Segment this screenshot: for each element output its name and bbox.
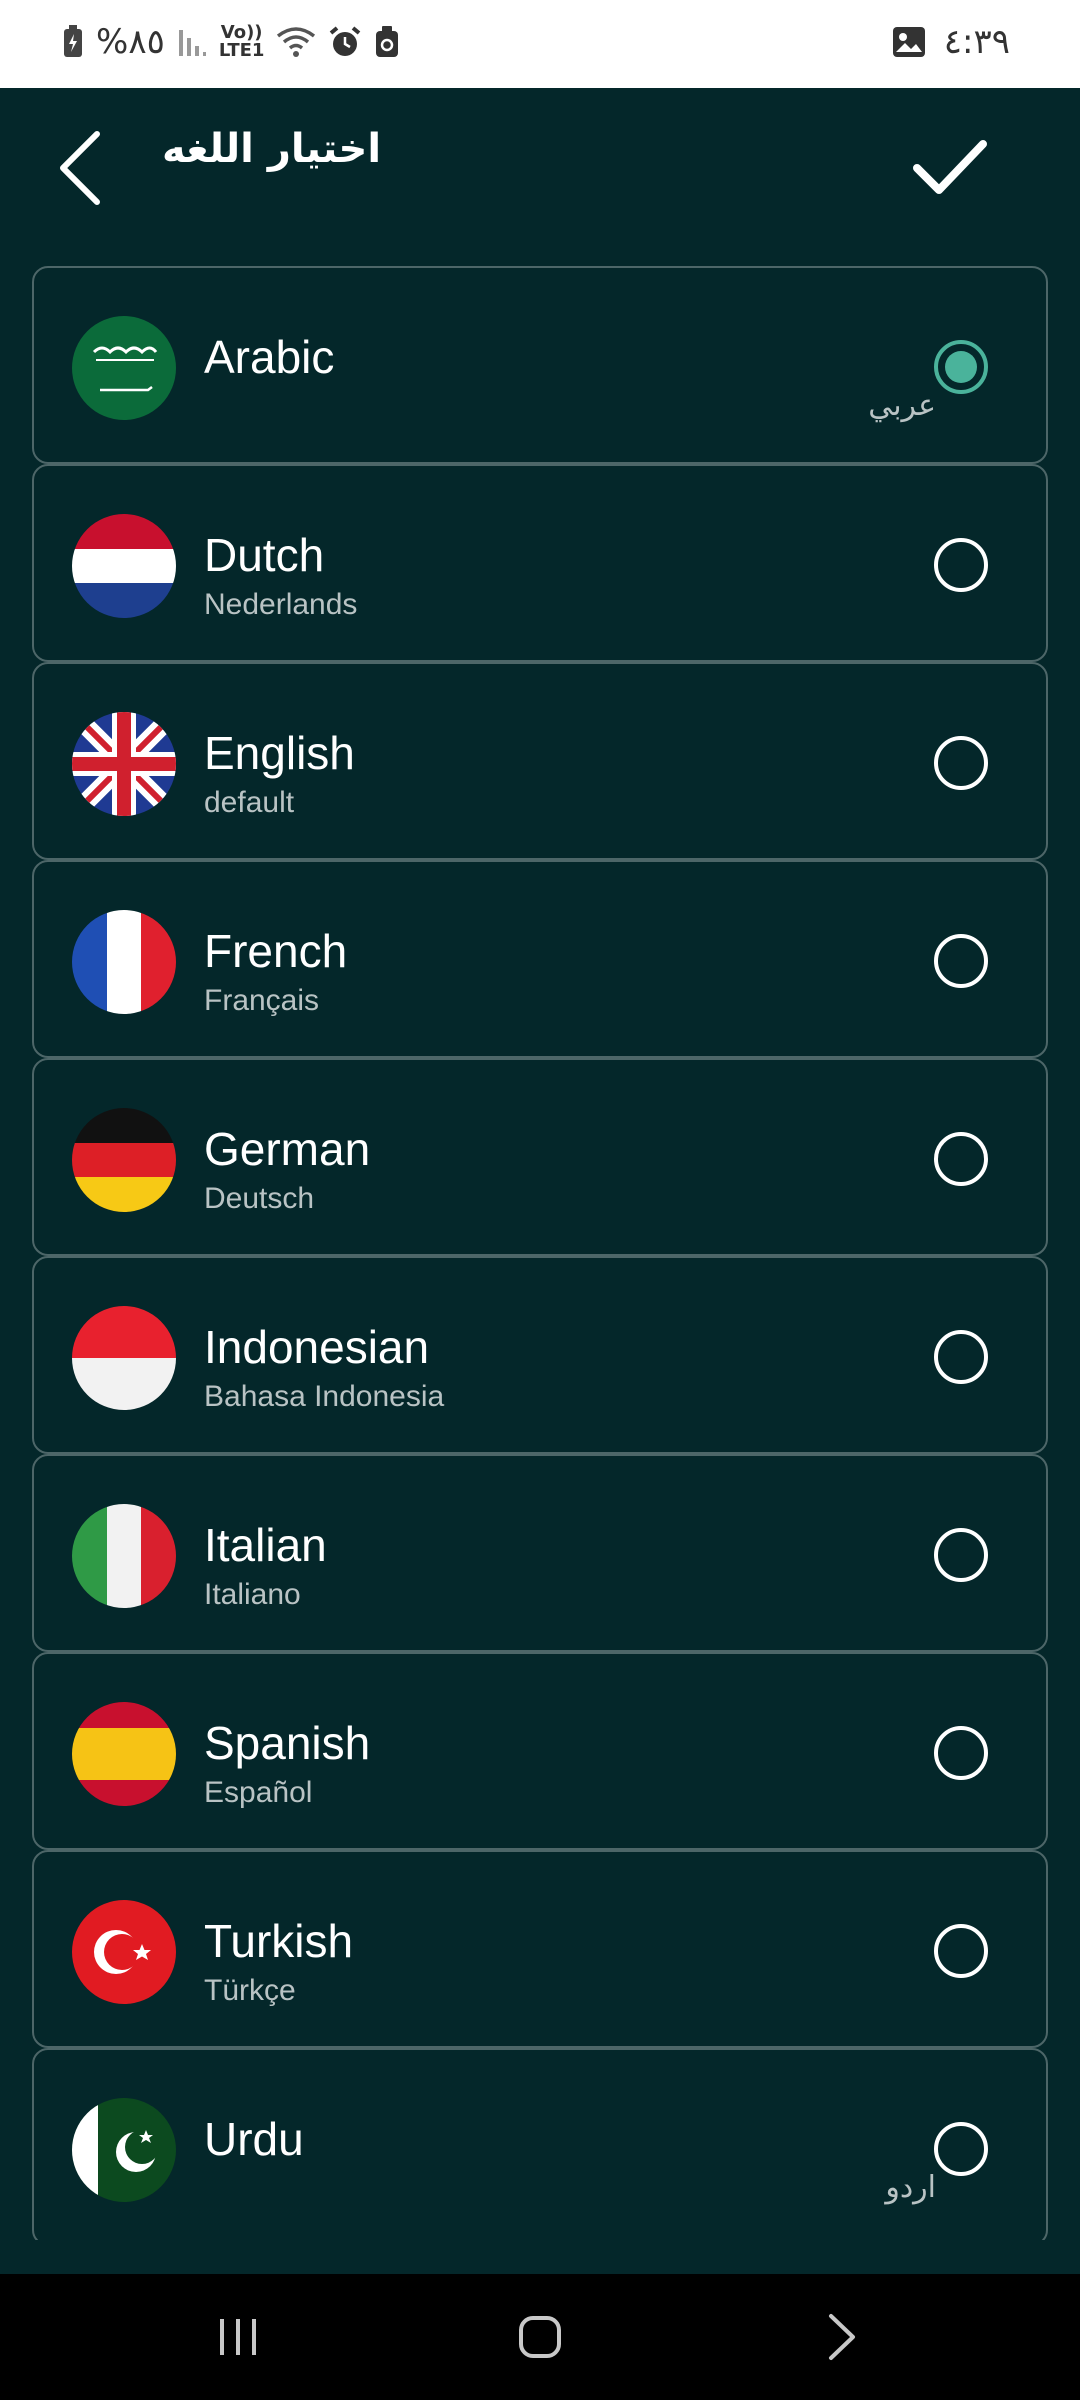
language-radio[interactable] — [934, 2122, 988, 2176]
language-item-indonesian[interactable]: Indonesian Bahasa Indonesia — [32, 1256, 1048, 1454]
language-native-name: اردو — [885, 2170, 936, 2205]
confirm-button[interactable] — [900, 118, 1000, 218]
wifi-icon — [277, 27, 316, 57]
back-button[interactable] — [40, 118, 120, 218]
language-item-english[interactable]: English default — [32, 662, 1048, 860]
language-item-arabic[interactable]: Arabic عربي — [32, 266, 1048, 464]
language-radio[interactable] — [934, 934, 988, 988]
spain-flag-icon — [72, 1702, 176, 1806]
italy-flag-icon — [72, 1504, 176, 1608]
pakistan-flag-icon — [72, 2098, 176, 2202]
app-bar: اختيار اللغه — [0, 88, 1080, 238]
language-native-name: Türkçe — [204, 1974, 296, 2007]
language-native-name: Nederlands — [204, 588, 358, 621]
language-name: Spanish — [204, 1717, 371, 1769]
germany-flag-icon — [72, 1108, 176, 1212]
chevron-right-icon — [829, 2314, 855, 2360]
battery-charging-icon — [64, 25, 82, 57]
language-native-name: Français — [204, 984, 320, 1017]
alarm-icon — [330, 26, 361, 56]
language-native-name: default — [204, 786, 295, 819]
chevron-left-icon — [60, 131, 100, 205]
lte-label: LTE1 — [218, 40, 265, 61]
language-radio[interactable] — [934, 1528, 988, 1582]
home-button[interactable] — [490, 2302, 590, 2372]
language-name: German — [204, 1123, 371, 1175]
storage-icon — [376, 26, 399, 57]
language-list[interactable]: Arabic عربي Dutch Nederlands English def… — [32, 266, 1048, 2240]
language-name: Indonesian — [204, 1321, 430, 1373]
recent-apps-icon — [220, 2319, 256, 2355]
language-native-name: Bahasa Indonesia — [204, 1380, 445, 1413]
language-native-name: Español — [204, 1776, 313, 1809]
language-radio-selected[interactable] — [934, 340, 988, 394]
status-bar: %٨٥ Vo)) LTE1 ٤:٣٩ — [0, 0, 1080, 88]
netherlands-flag-icon — [72, 514, 176, 618]
france-flag-icon — [72, 910, 176, 1014]
language-radio[interactable] — [934, 1924, 988, 1978]
battery-percent: %٨٥ — [96, 22, 165, 62]
uk-flag-icon — [72, 712, 176, 816]
recent-apps-button[interactable] — [188, 2302, 288, 2372]
status-right: ٤:٣٩ — [892, 18, 1010, 66]
turkey-flag-icon — [72, 1900, 176, 2004]
language-name: Turkish — [204, 1915, 354, 1967]
language-radio[interactable] — [934, 1726, 988, 1780]
gallery-icon — [892, 27, 925, 57]
language-name: French — [204, 925, 348, 977]
indonesia-flag-icon — [72, 1306, 176, 1410]
language-name: Italian — [204, 1519, 327, 1571]
language-item-turkish[interactable]: Turkish Türkçe — [32, 1850, 1048, 2048]
language-item-spanish[interactable]: Spanish Español — [32, 1652, 1048, 1850]
language-name: English — [204, 727, 355, 779]
navigation-bar — [0, 2274, 1080, 2400]
language-item-italian[interactable]: Italian Italiano — [32, 1454, 1048, 1652]
language-item-dutch[interactable]: Dutch Nederlands — [32, 464, 1048, 662]
language-name: Arabic — [204, 331, 335, 383]
volte-indicator: Vo)) LTE1 — [219, 24, 265, 60]
language-item-french[interactable]: French Français — [32, 860, 1048, 1058]
back-nav-button[interactable] — [792, 2302, 892, 2372]
language-native-name: Deutsch — [204, 1182, 315, 1215]
check-icon — [913, 140, 987, 194]
status-left: %٨٥ Vo)) LTE1 — [62, 18, 400, 66]
clock: ٤:٣٩ — [943, 22, 1010, 62]
language-radio[interactable] — [934, 1132, 988, 1186]
language-native-name: Italiano — [204, 1578, 301, 1611]
language-radio[interactable] — [934, 736, 988, 790]
saudi-flag-icon — [72, 316, 176, 420]
language-name: Urdu — [204, 2113, 304, 2165]
language-radio[interactable] — [934, 1330, 988, 1384]
language-name: Dutch — [204, 529, 325, 581]
signal-icon — [178, 30, 206, 56]
language-native-name: عربي — [868, 388, 936, 423]
language-item-german[interactable]: German Deutsch — [32, 1058, 1048, 1256]
language-radio[interactable] — [934, 538, 988, 592]
page-title: اختيار اللغه — [162, 126, 382, 172]
language-item-urdu[interactable]: Urdu اردو — [32, 2048, 1048, 2240]
home-icon — [519, 2316, 561, 2358]
